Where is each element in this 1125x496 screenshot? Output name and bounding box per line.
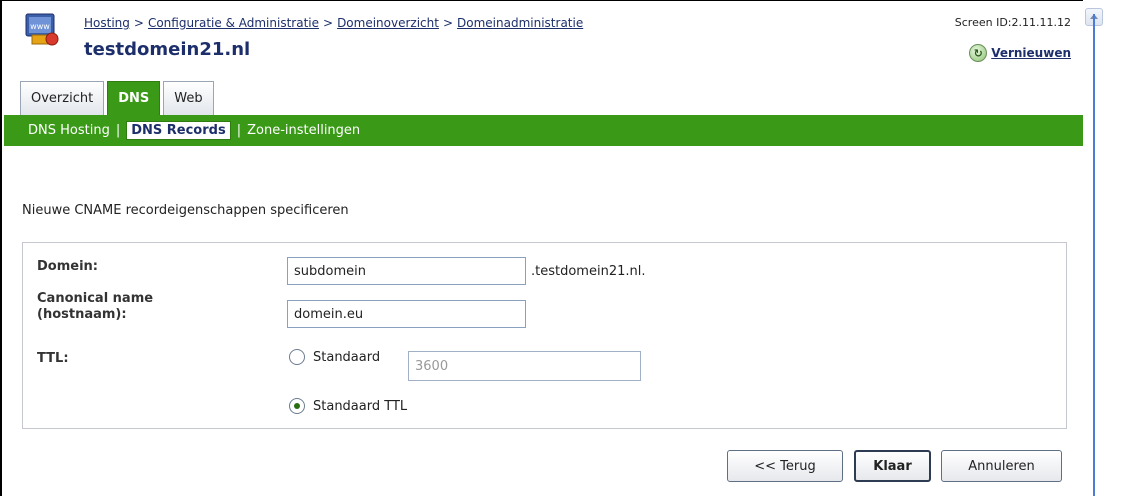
domain-label: Domein: — [37, 259, 98, 274]
tab-dns[interactable]: DNS — [107, 81, 161, 115]
finish-button[interactable]: Klaar — [854, 450, 931, 482]
vertical-scrollbar[interactable] — [1083, 0, 1125, 496]
ttl-custom-radio[interactable] — [289, 349, 305, 365]
refresh-button[interactable]: ↻ Vernieuwen — [969, 44, 1071, 62]
tab-web[interactable]: Web — [163, 81, 214, 115]
tab-bar: Overzicht DNS Web — [20, 81, 214, 115]
breadcrumb-domeinoverzicht[interactable]: Domeinoverzicht — [337, 16, 439, 30]
ttl-value-input[interactable] — [408, 351, 641, 381]
domain-input[interactable] — [287, 257, 526, 285]
form-instruction: Nieuwe CNAME recordeigenschappen specifi… — [22, 203, 349, 218]
cancel-button[interactable]: Annuleren — [941, 450, 1062, 482]
breadcrumb-configuratie[interactable]: Configuratie & Administratie — [148, 16, 319, 30]
canonical-label: Canonical name (hostnaam): — [37, 291, 153, 323]
page-title: testdomein21.nl — [84, 39, 251, 60]
breadcrumb-separator: > — [323, 16, 334, 30]
breadcrumb-separator: > — [133, 16, 144, 30]
cname-form: Domein: .testdomein21.nl. Canonical name… — [22, 242, 1067, 429]
refresh-icon: ↻ — [969, 44, 988, 62]
www-globe-icon: www — [25, 13, 59, 46]
canonical-label-line1: Canonical name — [37, 291, 154, 306]
subnav-dns-hosting[interactable]: DNS Hosting — [28, 123, 110, 138]
tab-overzicht[interactable]: Overzicht — [20, 81, 105, 115]
breadcrumb: Hosting > Configuratie & Administratie > Dom… — [84, 16, 583, 30]
breadcrumb-domeinadministratie[interactable]: Domeinadministratie — [457, 16, 583, 30]
subnav-separator: | — [236, 123, 242, 138]
sub-navigation: DNS Hosting | DNS Records | Zone-instell… — [4, 115, 1085, 146]
canonical-name-input[interactable] — [287, 300, 526, 328]
subnav-zone-instellingen[interactable]: Zone-instellingen — [247, 123, 360, 138]
screen-id: Screen ID:2.11.11.12 — [954, 16, 1071, 29]
main-frame: www Hosting > Configuratie & Administratie… — [0, 0, 1085, 496]
refresh-label: Vernieuwen — [991, 46, 1071, 60]
domain-suffix: .testdomein21.nl. — [531, 264, 646, 279]
ttl-default-label: Standaard TTL — [313, 399, 408, 414]
subnav-dns-records[interactable]: DNS Records — [126, 121, 231, 140]
ttl-default-radio[interactable] — [289, 398, 305, 414]
ttl-label: TTL: — [37, 351, 69, 366]
breadcrumb-separator: > — [442, 16, 454, 30]
scroll-track[interactable] — [1093, 14, 1095, 496]
ttl-custom-label: Standaard — [313, 350, 381, 365]
back-button[interactable]: << Terug — [727, 450, 843, 482]
svg-text:www: www — [30, 22, 50, 31]
canonical-label-line2: (hostnaam): — [37, 307, 127, 322]
subnav-separator: | — [115, 123, 121, 138]
breadcrumb-hosting[interactable]: Hosting — [84, 16, 130, 30]
